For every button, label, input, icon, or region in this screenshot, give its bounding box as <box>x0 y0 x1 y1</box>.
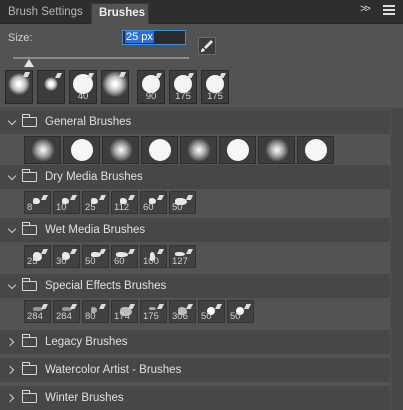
brush-tile[interactable]: 60 <box>111 245 138 268</box>
chevron-down-icon[interactable] <box>7 116 17 126</box>
panel-menu-icon[interactable] <box>383 5 395 17</box>
brush-tile[interactable] <box>180 136 217 164</box>
size-value: 25 px <box>125 31 154 43</box>
brush-tile[interactable] <box>141 136 178 164</box>
recent-brush-1[interactable] <box>5 70 33 104</box>
group-winter-brushes[interactable]: Winter Brushes <box>0 386 390 410</box>
chevron-right-icon[interactable] <box>5 393 15 403</box>
brush-tile[interactable] <box>297 136 334 164</box>
special-effects-tiles: 284 284 80 174 175 306 50 50 <box>24 300 254 330</box>
recent-brush-5[interactable]: 90 <box>137 70 165 104</box>
group-name: Dry Media Brushes <box>45 171 143 183</box>
brush-tile[interactable]: 10 <box>53 191 80 214</box>
group-name: Winter Brushes <box>45 392 124 404</box>
chevron-right-icon[interactable] <box>5 365 15 375</box>
wet-media-tiles: 25 30 50 60 100 127 <box>24 245 196 275</box>
brush-tile[interactable] <box>258 136 295 164</box>
group-name: Special Effects Brushes <box>45 280 167 292</box>
brush-tile[interactable]: 30 <box>53 245 80 268</box>
size-label: Size: <box>8 32 33 44</box>
size-slider-track[interactable] <box>13 57 189 59</box>
collapse-panel-icon[interactable]: >> <box>360 3 371 15</box>
recent-brush-3[interactable]: 40 <box>69 70 97 104</box>
brush-tile[interactable]: 174 <box>111 300 138 323</box>
brush-tile[interactable]: 60 <box>140 191 167 214</box>
group-wet-media-brushes[interactable]: Wet Media Brushes <box>0 218 390 242</box>
recent-brush-7[interactable]: 175 <box>201 70 229 104</box>
brush-tile[interactable]: 284 <box>24 300 51 323</box>
brush-tile[interactable] <box>63 136 100 164</box>
size-slider-thumb[interactable] <box>24 59 34 67</box>
brush-tile[interactable]: 284 <box>53 300 80 323</box>
brush-tile[interactable]: 50 <box>198 300 225 323</box>
brush-tile[interactable]: 8 <box>24 191 51 214</box>
brush-tile[interactable]: 50 <box>227 300 254 323</box>
folder-icon <box>22 362 37 375</box>
chevron-down-icon[interactable] <box>7 171 17 181</box>
brush-icon <box>201 40 213 52</box>
brush-tile[interactable] <box>219 136 256 164</box>
chevron-right-icon[interactable] <box>5 337 15 347</box>
tab-brushes[interactable]: Brushes <box>91 3 149 24</box>
brush-tile[interactable]: 80 <box>82 300 109 323</box>
brush-tile[interactable]: 127 <box>169 245 196 268</box>
group-legacy-brushes[interactable]: Legacy Brushes <box>0 330 390 354</box>
brush-tile[interactable]: 25 <box>82 191 109 214</box>
group-name: General Brushes <box>45 116 132 128</box>
group-special-effects-brushes[interactable]: Special Effects Brushes <box>0 274 390 298</box>
chevron-down-icon[interactable] <box>7 224 17 234</box>
group-name: Wet Media Brushes <box>45 224 146 236</box>
brush-tile[interactable] <box>102 136 139 164</box>
group-dry-media-brushes[interactable]: Dry Media Brushes <box>0 165 390 189</box>
brush-reset-button[interactable] <box>198 37 216 55</box>
dry-media-tiles: 8 10 25 112 60 50 <box>24 191 196 221</box>
divider <box>0 108 403 109</box>
brush-tile[interactable]: 25 <box>24 245 51 268</box>
brush-tile[interactable]: 100 <box>140 245 167 268</box>
brush-tile[interactable]: 175 <box>140 300 167 323</box>
brush-tile[interactable]: 50 <box>169 191 196 214</box>
folder-icon <box>22 114 37 127</box>
group-name: Legacy Brushes <box>45 336 128 348</box>
brush-tile[interactable] <box>24 136 61 164</box>
size-input[interactable]: 25 px <box>122 30 186 45</box>
folder-icon <box>22 222 37 235</box>
scrollbar-track[interactable] <box>391 108 403 410</box>
recent-brush-4[interactable] <box>101 70 129 104</box>
group-name: Watercolor Artist - Brushes <box>45 364 182 376</box>
folder-icon <box>22 390 37 403</box>
general-brushes-tiles <box>24 136 334 166</box>
chevron-down-icon[interactable] <box>7 280 17 290</box>
recent-brush-6[interactable]: 175 <box>169 70 197 104</box>
brush-tile[interactable]: 306 <box>169 300 196 323</box>
folder-icon <box>22 169 37 182</box>
folder-icon <box>22 334 37 347</box>
brush-tile[interactable]: 112 <box>111 191 138 214</box>
group-general-brushes[interactable]: General Brushes <box>0 110 390 134</box>
brush-tile[interactable]: 50 <box>82 245 109 268</box>
folder-icon <box>22 278 37 291</box>
group-watercolor-artist-brushes[interactable]: Watercolor Artist - Brushes <box>0 358 390 382</box>
panel-tab-bar: Brush Settings Brushes >> <box>0 0 403 24</box>
tab-brush-settings[interactable]: Brush Settings <box>1 3 90 24</box>
recent-brush-2[interactable] <box>37 70 65 104</box>
